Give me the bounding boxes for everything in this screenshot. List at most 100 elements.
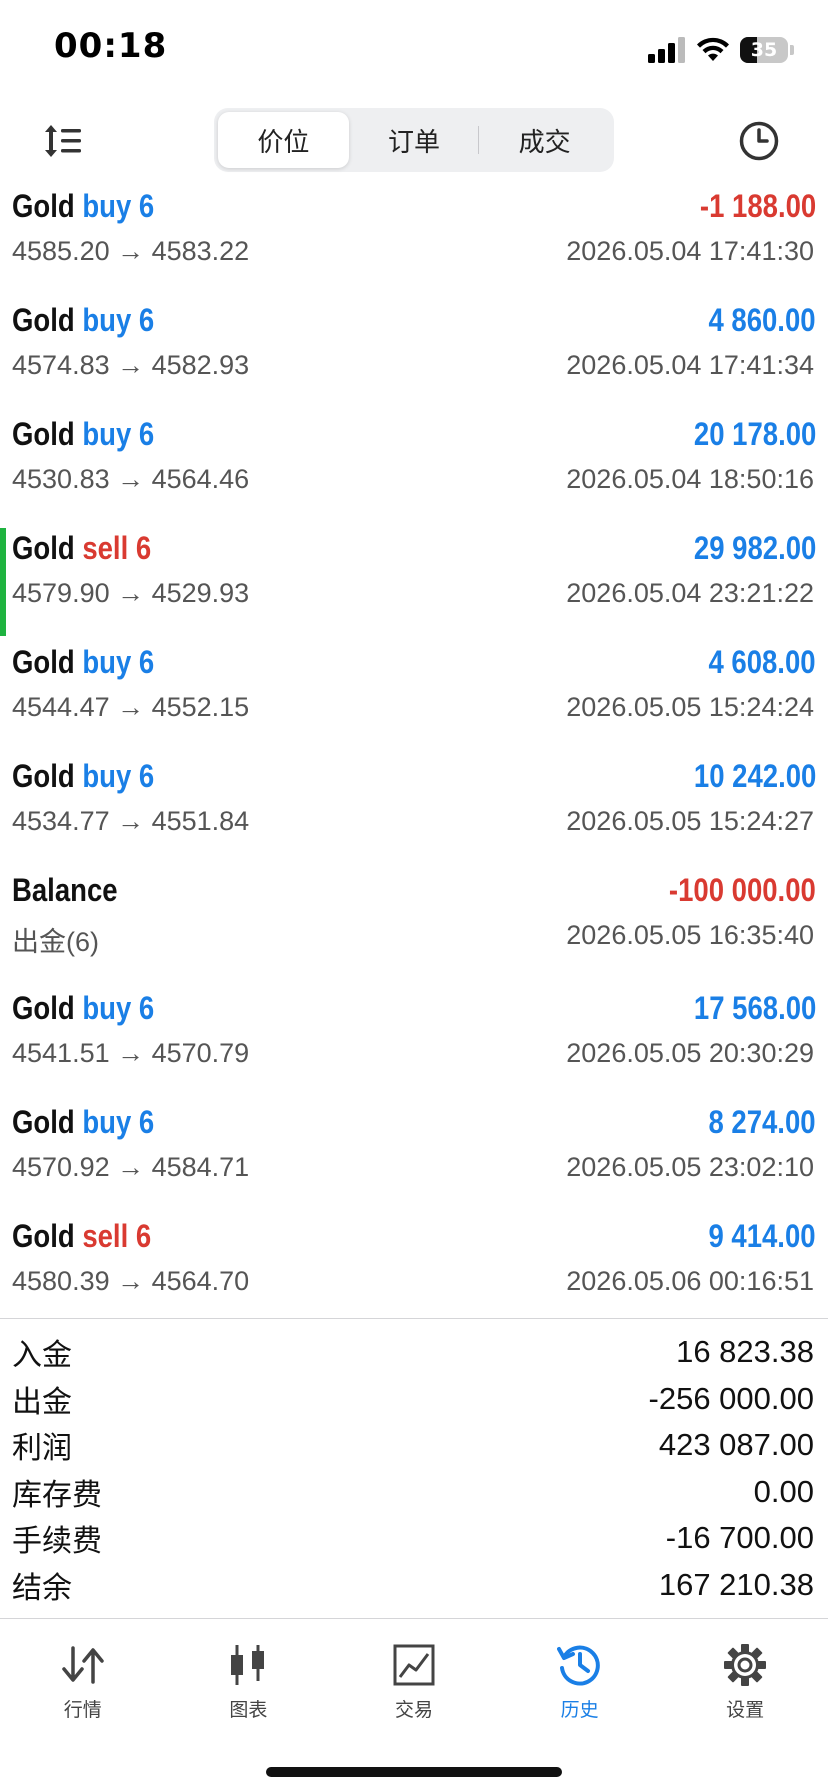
summary-value: 16 823.38 [676, 1334, 814, 1370]
deal-profit: 8 274.00 [708, 1104, 816, 1140]
home-indicator[interactable] [266, 1767, 562, 1777]
deal-row[interactable]: Gold buy 6 4 860.00 4574.83 → 4582.93 2026.… [0, 296, 828, 410]
tab-quotes[interactable]: 行情 [0, 1641, 166, 1729]
deal-side: buy 6 [82, 416, 155, 452]
deal-row[interactable]: Balance -100 000.00 出金(6) 2026.05.05 16:35:… [0, 866, 828, 984]
deal-side: buy 6 [82, 758, 155, 794]
tab-trade[interactable]: 交易 [331, 1641, 497, 1729]
summary-label: 利润 [12, 1431, 72, 1467]
deal-row[interactable]: Gold buy 6 10 242.00 4534.77 → 4551.84 2026… [0, 752, 828, 866]
deal-time: 2026.05.05 16:35:40 [566, 920, 814, 950]
deal-prices: 4580.39 → 4564.70 [12, 1266, 250, 1296]
deal-side: sell 6 [82, 530, 152, 566]
segment-label: 成交 [518, 127, 571, 158]
deal-symbol: Balance [12, 872, 118, 908]
summary-row: 出金 -256 000.00 [0, 1376, 828, 1423]
summary-value: -16 700.00 [665, 1520, 814, 1556]
deal-profit: 29 982.00 [693, 530, 816, 566]
deal-title: Gold buy 6 [12, 302, 154, 339]
deal-time: 2026.05.05 15:24:24 [566, 692, 814, 722]
summary-row: 利润 423 087.00 [0, 1422, 828, 1469]
deal-row[interactable]: Gold buy 6 4 608.00 4544.47 → 4552.15 2026.… [0, 638, 828, 752]
wifi-icon [697, 37, 729, 61]
deal-row[interactable]: Gold buy 6 8 274.00 4570.92 → 4584.71 2026.… [0, 1098, 828, 1212]
deal-prices: 4541.51 → 4570.79 [12, 1038, 250, 1068]
deal-time: 2026.05.06 00:16:51 [566, 1266, 814, 1296]
deal-title: Gold buy 6 [12, 990, 154, 1027]
deal-prices: 出金(6) [12, 927, 99, 957]
sort-icon [45, 125, 81, 157]
sort-button[interactable] [38, 116, 88, 166]
tab-label: 行情 [63, 1699, 102, 1721]
history-toolbar: 价位 订单 成交 [0, 108, 828, 174]
segment-orders[interactable]: 订单 [349, 112, 480, 168]
deal-profit: -100 000.00 [669, 872, 816, 908]
summary-label: 入金 [12, 1338, 72, 1374]
deal-prices: 4570.92 → 4584.71 [12, 1152, 250, 1182]
deal-profit: -1 188.00 [699, 188, 816, 224]
deal-prices: 4530.83 → 4564.46 [12, 464, 250, 494]
tab-history[interactable]: 历史 [497, 1641, 663, 1729]
deal-symbol: Gold [12, 644, 75, 680]
deal-row[interactable]: Gold sell 6 29 982.00 4579.90 → 4529.93 202… [0, 524, 828, 638]
battery-level: 35 [750, 39, 778, 61]
segment-deals[interactable]: 成交 [479, 112, 610, 168]
deal-side: buy 6 [82, 1104, 155, 1140]
deal-symbol: Gold [12, 1104, 75, 1140]
deal-title: Gold buy 6 [12, 416, 154, 453]
deal-prices: 4585.20 → 4583.22 [12, 236, 250, 266]
deal-row[interactable]: Gold buy 6 17 568.00 4541.51 → 4570.79 2026… [0, 984, 828, 1098]
battery-cap [790, 45, 794, 55]
deal-symbol: Gold [12, 188, 75, 224]
deal-profit: 4 860.00 [708, 302, 816, 338]
deal-row[interactable]: Gold sell 6 9 414.00 4580.39 → 4564.70 2026… [0, 1212, 828, 1326]
deal-time: 2026.05.04 17:41:30 [566, 236, 814, 266]
deal-prices: 4574.83 → 4582.93 [12, 350, 250, 380]
summary-value: -256 000.00 [648, 1380, 814, 1416]
chart-icon [224, 1641, 272, 1689]
deal-side: sell 6 [82, 1218, 152, 1254]
deals-list: Gold buy 6 -1 188.00 4585.20 → 4583.22 2026… [0, 182, 828, 1326]
tab-label: 设置 [726, 1699, 765, 1721]
deal-profit: 9 414.00 [708, 1218, 816, 1254]
deal-title: Gold buy 6 [12, 1104, 154, 1141]
deal-prices: 4534.77 → 4551.84 [12, 806, 250, 836]
segmented-control: 价位 订单 成交 [214, 108, 614, 172]
deal-side: buy 6 [82, 990, 155, 1026]
summary-value: 423 087.00 [658, 1427, 814, 1463]
deal-side: buy 6 [82, 644, 155, 680]
deal-time: 2026.05.04 17:41:34 [566, 350, 814, 380]
tab-chart[interactable]: 图表 [166, 1641, 332, 1729]
deal-row[interactable]: Gold buy 6 20 178.00 4530.83 → 4564.46 2026… [0, 410, 828, 524]
deal-title: Gold buy 6 [12, 188, 154, 225]
segment-positions[interactable]: 价位 [218, 112, 349, 168]
cellular-signal-icon [648, 37, 685, 63]
summary-value: 0.00 [753, 1473, 814, 1509]
deal-row[interactable]: Gold buy 6 -1 188.00 4585.20 → 4583.22 2026… [0, 182, 828, 296]
summary-value: 167 210.38 [658, 1566, 814, 1602]
clock-icon [739, 121, 779, 161]
summary-row: 库存费 0.00 [0, 1469, 828, 1516]
deal-title: Gold buy 6 [12, 644, 154, 681]
deal-symbol: Gold [12, 1218, 75, 1254]
tab-label: 交易 [394, 1699, 433, 1721]
deal-symbol: Gold [12, 758, 75, 794]
tab-bar: 行情 图表 交易 历史 设置 [0, 1618, 828, 1792]
deal-profit: 17 568.00 [693, 990, 816, 1026]
deal-symbol: Gold [12, 530, 75, 566]
history-icon [556, 1641, 604, 1689]
history-summary: 入金 16 823.38 出金 -256 000.00 利润 423 087.00 库存费 0… [0, 1318, 828, 1608]
summary-row: 入金 16 823.38 [0, 1329, 828, 1376]
deal-prices: 4579.90 → 4529.93 [12, 578, 250, 608]
period-button[interactable] [734, 116, 784, 166]
deal-profit: 10 242.00 [693, 758, 816, 794]
tab-label: 历史 [560, 1699, 599, 1721]
deal-side: buy 6 [82, 302, 155, 338]
settings-icon [721, 1641, 769, 1689]
deal-time: 2026.05.05 20:30:29 [566, 1038, 814, 1068]
segment-label: 价位 [257, 127, 310, 158]
summary-row: 结余 167 210.38 [0, 1562, 828, 1609]
deal-side: buy 6 [82, 188, 155, 224]
tab-settings[interactable]: 设置 [662, 1641, 828, 1729]
deal-symbol: Gold [12, 416, 75, 452]
